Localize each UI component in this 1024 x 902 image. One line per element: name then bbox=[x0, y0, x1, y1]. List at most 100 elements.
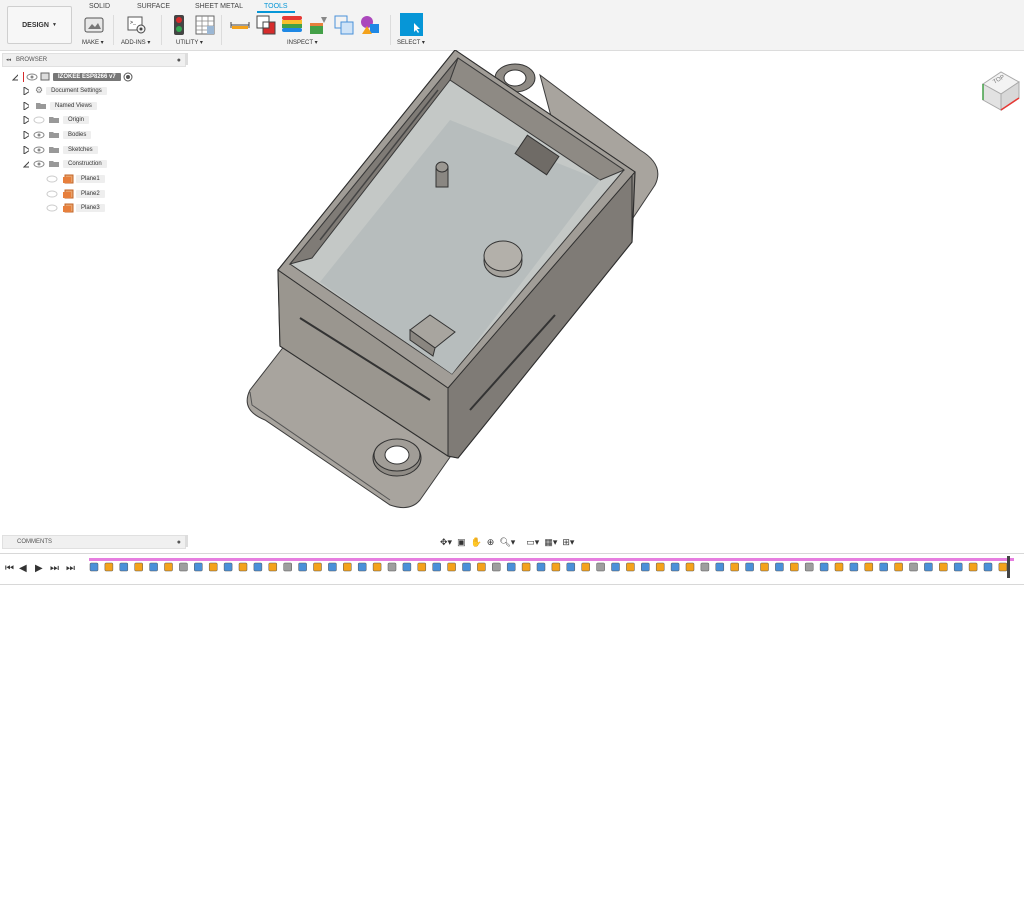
viewports-icon[interactable]: ⊞▾ bbox=[562, 537, 574, 548]
zebra-analysis-icon[interactable] bbox=[281, 14, 303, 36]
grid-settings-icon[interactable]: ▦▾ bbox=[544, 537, 557, 548]
timeline-feature-icon[interactable] bbox=[164, 562, 173, 572]
timeline-feature-icon[interactable] bbox=[879, 562, 888, 572]
select-cursor-icon[interactable] bbox=[400, 13, 423, 36]
timeline-feature-icon[interactable] bbox=[477, 562, 486, 572]
timeline-feature-icon[interactable] bbox=[402, 562, 412, 572]
timeline-feature-icon[interactable] bbox=[655, 562, 665, 572]
tree-item-origin[interactable]: Origin bbox=[23, 114, 90, 125]
timeline-feature-icon[interactable] bbox=[372, 562, 382, 572]
play-icon[interactable]: ▶ bbox=[35, 563, 43, 574]
timeline-feature-icon[interactable] bbox=[149, 562, 158, 572]
add-comment-icon[interactable]: ● bbox=[177, 539, 181, 546]
measure-icon[interactable] bbox=[229, 14, 251, 36]
timeline-feature-icon[interactable] bbox=[208, 562, 218, 572]
tree-item-construction[interactable]: Construction bbox=[23, 158, 107, 169]
timeline-feature-icon[interactable] bbox=[670, 562, 680, 572]
timeline-feature-icon[interactable] bbox=[983, 562, 993, 572]
step-back-icon[interactable]: ◀ bbox=[19, 563, 27, 574]
zoom-window-icon[interactable]: ⊕ bbox=[487, 537, 495, 548]
timeline-feature-icon[interactable] bbox=[253, 562, 263, 572]
timeline-feature-icon[interactable] bbox=[939, 562, 948, 572]
eye-icon[interactable] bbox=[26, 73, 38, 81]
make-menu[interactable]: MAKE ▾ bbox=[82, 39, 104, 46]
timeline-feature-icon[interactable] bbox=[298, 562, 307, 572]
timeline-feature-icon[interactable] bbox=[611, 562, 620, 572]
timeline-feature-icon[interactable] bbox=[775, 562, 784, 572]
collapsed-triangle-icon[interactable] bbox=[23, 145, 29, 154]
timeline-feature-icon[interactable] bbox=[566, 562, 576, 572]
utility-menu[interactable]: UTILITY ▾ bbox=[176, 39, 203, 46]
timeline-feature-icon[interactable] bbox=[506, 562, 516, 572]
panel-toggle-icon[interactable]: ● bbox=[177, 57, 181, 64]
timeline-feature-icon[interactable] bbox=[313, 562, 322, 572]
tree-item-named-views[interactable]: Named Views bbox=[23, 100, 97, 111]
traffic-light-icon[interactable] bbox=[170, 14, 192, 36]
scripts-addins-icon[interactable]: >_ bbox=[126, 14, 148, 36]
enclosure-model[interactable] bbox=[188, 49, 1024, 535]
timeline-feature-icon[interactable] bbox=[179, 562, 188, 572]
timeline-feature-icon[interactable] bbox=[283, 562, 292, 572]
eye-icon[interactable] bbox=[33, 131, 45, 139]
timeline-feature-icon[interactable] bbox=[804, 562, 814, 572]
hidden-eye-icon[interactable] bbox=[46, 190, 58, 198]
addins-menu[interactable]: ADD-INS ▾ bbox=[121, 39, 150, 46]
tree-item-sketches[interactable]: Sketches bbox=[23, 144, 98, 155]
timeline-feature-icon[interactable] bbox=[715, 562, 725, 572]
tree-item-document-settings[interactable]: ⚙ Document Settings bbox=[23, 85, 107, 96]
timeline-feature-icon[interactable] bbox=[238, 562, 248, 572]
timeline-feature-icon[interactable] bbox=[134, 562, 143, 572]
timeline-feature-icon[interactable] bbox=[849, 562, 859, 572]
timeline-feature-icon[interactable] bbox=[89, 562, 99, 572]
timeline-feature-icon[interactable] bbox=[819, 562, 829, 572]
timeline-feature-icon[interactable] bbox=[521, 562, 531, 572]
table-icon[interactable] bbox=[194, 14, 216, 36]
timeline-feature-icon[interactable] bbox=[864, 562, 874, 572]
orbit-icon[interactable]: ✥▾ bbox=[440, 537, 452, 548]
look-at-icon[interactable]: ▣ bbox=[457, 537, 466, 548]
tab-sheet-metal[interactable]: SHEET METAL bbox=[195, 3, 243, 10]
timeline-features[interactable] bbox=[88, 561, 1018, 581]
timeline-feature-icon[interactable] bbox=[343, 562, 352, 572]
timeline-feature-icon[interactable] bbox=[447, 562, 456, 572]
component-color-icon[interactable] bbox=[359, 14, 381, 36]
interference-icon[interactable] bbox=[255, 14, 277, 36]
timeline-feature-icon[interactable] bbox=[536, 562, 546, 572]
timeline-feature-icon[interactable] bbox=[834, 562, 844, 572]
timeline-feature-icon[interactable] bbox=[998, 562, 1008, 572]
collapsed-triangle-icon[interactable] bbox=[23, 101, 29, 110]
pan-hand-icon[interactable]: ✋ bbox=[471, 537, 482, 548]
tree-item-plane2[interactable]: Plane2 bbox=[46, 188, 105, 199]
browser-header[interactable]: ◂◂ BROWSER ● bbox=[2, 53, 186, 67]
timeline-feature-icon[interactable] bbox=[194, 562, 203, 572]
hidden-eye-icon[interactable] bbox=[46, 204, 58, 212]
draft-analysis-icon[interactable] bbox=[307, 14, 329, 36]
eye-icon[interactable] bbox=[33, 160, 45, 168]
document-name[interactable]: IZOKEE ESP8266 v7 bbox=[53, 72, 121, 81]
timeline-feature-icon[interactable] bbox=[119, 562, 129, 572]
expanded-triangle-icon[interactable] bbox=[23, 160, 29, 168]
tree-item-plane3[interactable]: Plane3 bbox=[46, 202, 105, 213]
workspace-switcher[interactable]: DESIGN ▼ bbox=[7, 6, 72, 44]
eye-icon[interactable] bbox=[33, 146, 45, 154]
tree-item-bodies[interactable]: Bodies bbox=[23, 129, 92, 140]
collapsed-triangle-icon[interactable] bbox=[23, 130, 29, 139]
step-forward-icon[interactable]: ⏭ bbox=[50, 563, 59, 574]
timeline-feature-icon[interactable] bbox=[462, 562, 471, 572]
timeline-feature-icon[interactable] bbox=[924, 562, 933, 572]
select-menu[interactable]: SELECT ▾ bbox=[397, 39, 425, 46]
timeline-feature-icon[interactable] bbox=[760, 562, 769, 572]
timeline-feature-icon[interactable] bbox=[641, 562, 650, 572]
timeline-feature-icon[interactable] bbox=[387, 562, 397, 572]
timeline-feature-icon[interactable] bbox=[223, 562, 233, 572]
timeline-feature-icon[interactable] bbox=[268, 562, 278, 572]
collapse-icon[interactable]: ◂◂ bbox=[6, 57, 11, 63]
tree-item-plane1[interactable]: Plane1 bbox=[46, 173, 105, 184]
collapsed-triangle-icon[interactable] bbox=[23, 115, 29, 124]
timeline-feature-icon[interactable] bbox=[417, 562, 427, 572]
tab-solid[interactable]: SOLID bbox=[89, 3, 110, 10]
canvas-viewport[interactable] bbox=[188, 49, 1024, 535]
timeline-feature-icon[interactable] bbox=[432, 562, 441, 572]
activate-radio-icon[interactable] bbox=[123, 72, 133, 82]
timeline-feature-icon[interactable] bbox=[581, 562, 590, 572]
